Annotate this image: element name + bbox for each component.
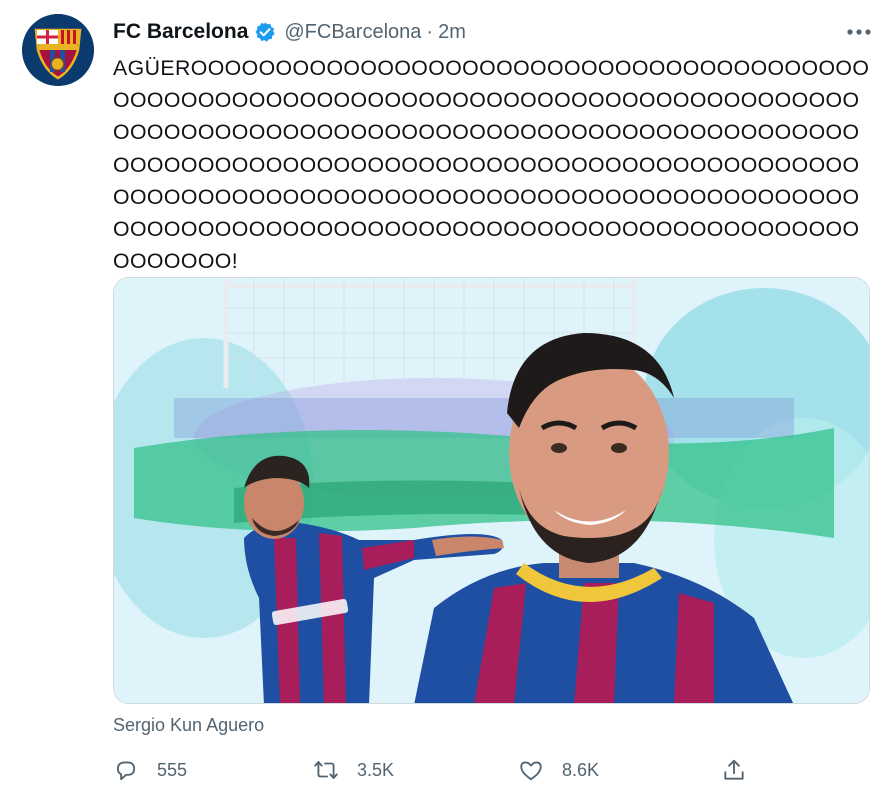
tweet-text: AGÜEROOOOOOOOOOOOOOOOOOOOOOOOOOOOOOOOOOO… — [113, 56, 870, 274]
reply-icon — [116, 761, 136, 781]
tweet-media-image[interactable] — [113, 277, 870, 704]
tweet-card[interactable]: FC Barcelona @FCBarcelona · 2m AGÜEROOOO… — [0, 0, 896, 794]
share-icon — [724, 759, 744, 780]
reply-count: 555 — [157, 759, 188, 780]
like-icon — [520, 761, 542, 781]
retweet-count: 3.5K — [357, 759, 395, 780]
retweet-button[interactable]: 3.5K — [313, 755, 394, 785]
like-count: 8.6K — [562, 759, 600, 780]
author-handle[interactable]: @FCBarcelona — [284, 21, 421, 44]
verified-badge-icon — [255, 22, 275, 42]
like-button[interactable]: 8.6K — [518, 755, 599, 785]
tweet-actions: 555 3.5K 8.6K — [113, 755, 753, 785]
more-options-icon — [847, 29, 871, 35]
media-caption: Sergio Kun Aguero — [113, 715, 265, 735]
share-button[interactable] — [721, 755, 747, 785]
reply-button[interactable]: 555 — [113, 755, 187, 785]
tweet-header: FC Barcelona @FCBarcelona · 2m — [113, 18, 466, 46]
retweet-icon — [314, 761, 338, 779]
separator-dot: · — [426, 20, 434, 43]
tweet-timestamp[interactable]: 2m — [438, 21, 466, 44]
aguero-illustration — [114, 278, 869, 703]
fc-barcelona-crest-icon — [22, 14, 94, 86]
avatar[interactable] — [22, 14, 94, 86]
author-name[interactable]: FC Barcelona — [113, 20, 248, 44]
more-options-button[interactable] — [844, 20, 874, 44]
